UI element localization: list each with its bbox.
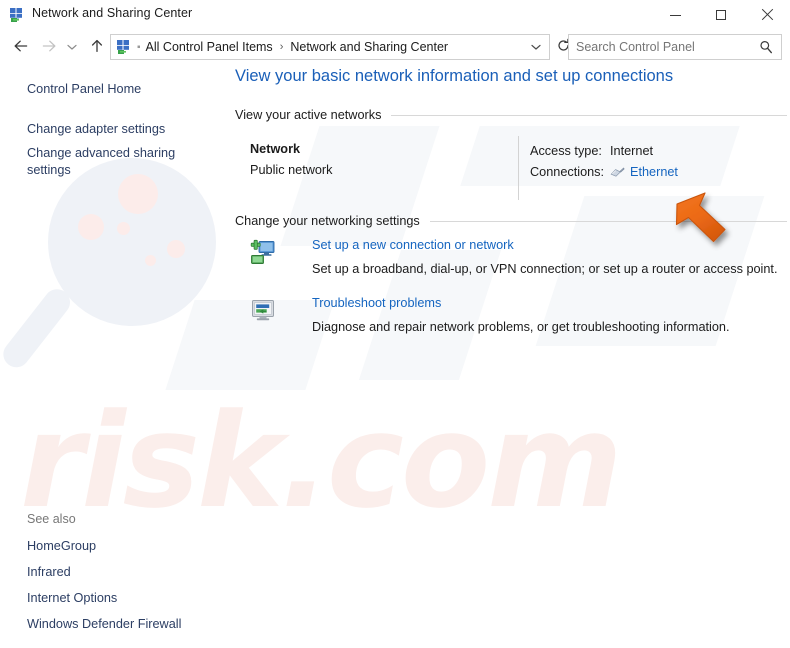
forward-button[interactable] [36, 34, 62, 60]
main-panel: View your basic network information and … [228, 64, 790, 648]
minimize-button[interactable] [652, 0, 698, 30]
connections-ethernet-link[interactable]: Ethernet [630, 165, 678, 179]
close-button[interactable] [744, 0, 790, 30]
content-area: Control Panel Home Change adapter settin… [0, 64, 790, 648]
arrow-right-icon [40, 38, 58, 57]
maximize-icon [716, 10, 726, 20]
new-connection-icon [250, 239, 276, 265]
network-details-divider [518, 136, 519, 200]
detail-row-connections: Connections: Ethernet [530, 161, 678, 182]
search-box[interactable] [568, 34, 782, 60]
sidebar-item-infrared[interactable]: Infrared [27, 564, 71, 581]
connections-label: Connections: [530, 164, 605, 179]
minimize-icon [669, 14, 681, 16]
section-heading-label: View your active networks [235, 108, 382, 122]
sidebar-item-windows-defender-firewall[interactable]: Windows Defender Firewall [27, 616, 181, 633]
section-heading-active-networks: View your active networks [235, 108, 787, 122]
section-divider [391, 114, 787, 116]
active-network-summary: Network Public network [250, 142, 333, 177]
troubleshoot-icon [250, 297, 276, 323]
window-controls [652, 0, 790, 30]
network-sharing-icon [116, 39, 132, 55]
network-details: Access type: Internet Connections: Ether… [530, 140, 678, 182]
arrow-left-icon [12, 38, 30, 57]
sidebar-item-internet-options[interactable]: Internet Options [27, 590, 117, 607]
network-type: Public network [250, 163, 333, 177]
network-name: Network [250, 142, 301, 156]
address-bar[interactable]: ▪ All Control Panel Items › Network and … [110, 34, 550, 60]
search-icon[interactable] [759, 40, 773, 54]
search-input[interactable] [576, 40, 744, 54]
section-heading-networking-settings: Change your networking settings [235, 214, 787, 228]
network-sharing-icon [9, 7, 25, 23]
window-title: Network and Sharing Center [32, 6, 193, 20]
section-heading-label: Change your networking settings [235, 214, 420, 228]
close-icon [761, 9, 773, 21]
sidebar-item-homegroup[interactable]: HomeGroup [27, 538, 96, 555]
arrow-up-icon [89, 38, 105, 57]
task-title-troubleshoot-problems[interactable]: Troubleshoot problems [312, 296, 441, 310]
see-also-heading: See also [27, 512, 76, 526]
breadcrumb-item-network-and-sharing-center[interactable]: Network and Sharing Center [289, 40, 449, 54]
page-title: View your basic network information and … [235, 67, 674, 85]
detail-row-access-type: Access type: Internet [530, 140, 678, 161]
sidebar-item-change-adapter-settings[interactable]: Change adapter settings [27, 121, 165, 138]
chevron-down-icon [66, 40, 78, 55]
access-type-label: Access type: [530, 143, 602, 158]
ethernet-icon [610, 166, 625, 178]
breadcrumb-separator[interactable]: › [280, 41, 284, 53]
task-description-set-up-new-connection: Set up a broadband, dial-up, or VPN conn… [312, 262, 778, 276]
up-button[interactable] [84, 34, 110, 60]
task-title-set-up-new-connection[interactable]: Set up a new connection or network [312, 238, 514, 252]
navigation-bar: ▪ All Control Panel Items › Network and … [0, 30, 790, 64]
breadcrumb-root-separator: ▪ [137, 41, 141, 53]
section-divider [429, 220, 787, 222]
task-description-troubleshoot-problems: Diagnose and repair network problems, or… [312, 320, 730, 334]
sidebar-item-change-advanced-sharing-settings[interactable]: Change advanced sharing settings [27, 145, 177, 179]
breadcrumb-item-all-control-panel-items[interactable]: All Control Panel Items [145, 40, 274, 54]
access-type-value: Internet [610, 143, 654, 158]
address-dropdown-button[interactable] [530, 42, 542, 52]
sidebar-item-control-panel-home[interactable]: Control Panel Home [27, 81, 141, 98]
recent-locations-button[interactable] [62, 34, 82, 60]
sidebar: Control Panel Home Change adapter settin… [0, 64, 228, 648]
back-button[interactable] [8, 34, 34, 60]
title-bar: Network and Sharing Center [0, 0, 790, 30]
maximize-button[interactable] [698, 0, 744, 30]
